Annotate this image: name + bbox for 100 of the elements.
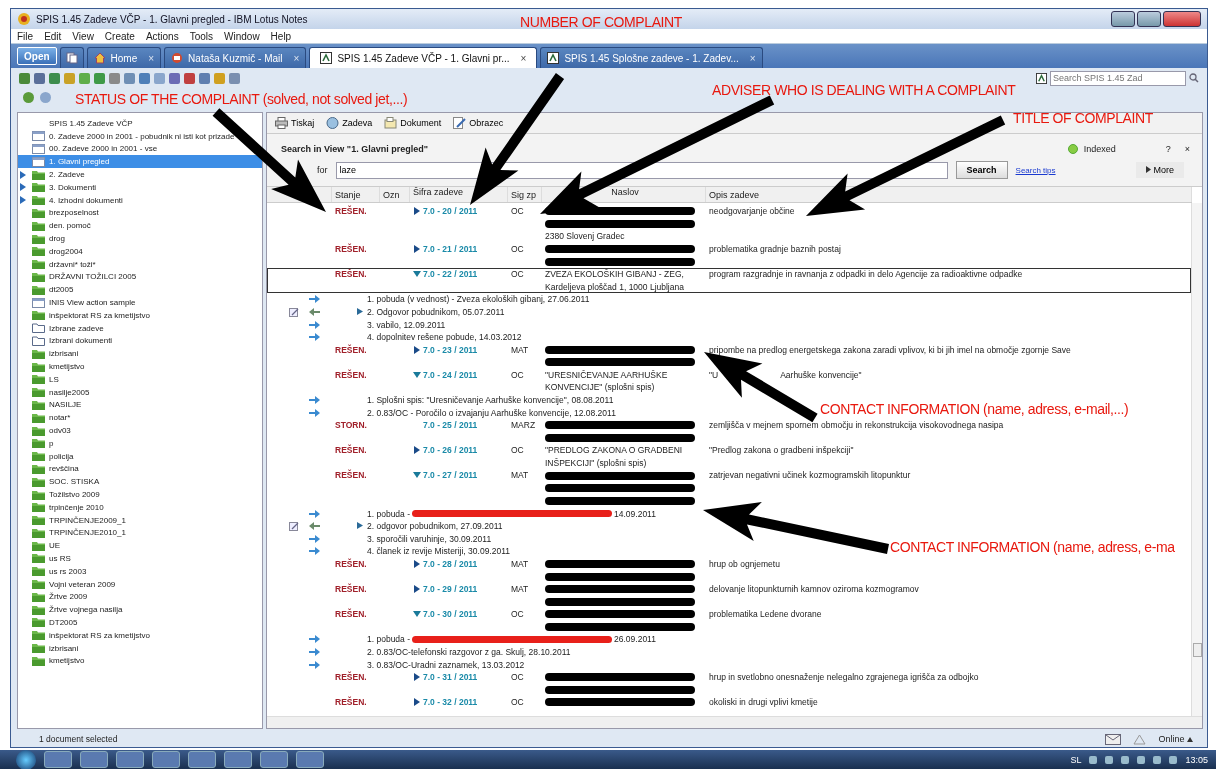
tab[interactable]: Nataša Kuzmič - Mail × <box>164 47 307 68</box>
sidebar-item[interactable]: inšpektorat RS za kmetijstvo <box>18 628 150 642</box>
sidebar-item[interactable]: državni* toži* <box>18 257 96 271</box>
collapse-icon[interactable] <box>413 610 421 618</box>
tab[interactable]: SPIS 1.45 Splošne zadeve - 1. Zadev... × <box>540 47 763 68</box>
mail-icon[interactable] <box>1105 733 1122 745</box>
sidebar-item[interactable]: DRŽAVNI TOŽILCI 2005 <box>18 270 137 284</box>
sidebar-item[interactable]: TRPINČENJE2010_1 <box>18 526 126 540</box>
sidebar-item[interactable]: us rs 2003 <box>18 564 87 578</box>
sidebar-item[interactable]: odv03 <box>18 424 71 437</box>
toolbar-icon[interactable] <box>94 72 105 84</box>
sidebar-item[interactable]: 4. Izhodni dokumenti <box>18 193 123 207</box>
toolbar-icon[interactable] <box>199 72 210 84</box>
expand-icon[interactable] <box>413 672 421 681</box>
sidebar-item[interactable]: p <box>18 436 54 450</box>
toolbar-icon[interactable] <box>19 72 30 84</box>
tab[interactable]: SPIS 1.45 Zadeve VČP - 1. Glavni pr... × <box>309 47 538 68</box>
scrollbar[interactable] <box>1191 203 1202 716</box>
collapse-icon[interactable] <box>413 370 421 379</box>
sidebar-item[interactable]: 2. Zadeve <box>18 168 85 181</box>
toolbar-icon[interactable] <box>169 72 180 84</box>
sidebar-item[interactable]: us RS <box>18 552 71 565</box>
search-icon[interactable] <box>1189 73 1199 83</box>
expand-icon[interactable] <box>413 698 421 707</box>
online-status[interactable]: Online <box>1158 734 1193 744</box>
sidebar-item[interactable]: inšpektorat RS za kmetijstvo <box>18 308 150 322</box>
menu-item[interactable]: File <box>17 30 34 42</box>
toolbar-icon[interactable] <box>34 72 45 84</box>
expand-icon[interactable] <box>413 207 421 215</box>
collapse-icon[interactable] <box>413 269 421 278</box>
column-header[interactable]: Sig zp <box>508 187 542 202</box>
toolbar-button[interactable]: Dokument <box>380 116 446 130</box>
toolbar-icon[interactable] <box>124 72 135 84</box>
menu-item[interactable]: Edit <box>44 30 62 42</box>
minimize-button[interactable] <box>1111 11 1135 27</box>
clock[interactable]: 13:05 <box>1185 754 1208 765</box>
menu-item[interactable]: View <box>72 30 94 42</box>
maximize-button[interactable] <box>1137 11 1161 27</box>
menu-item[interactable]: Window <box>224 30 260 42</box>
sidebar-item[interactable]: den. pomoč <box>18 219 91 233</box>
menu-item[interactable]: Create <box>104 30 135 42</box>
sidebar-item[interactable]: Izbrani dokumenti <box>18 334 113 348</box>
close-button[interactable]: × <box>1180 144 1194 154</box>
sidebar-item[interactable]: nasilje2005 <box>18 385 90 399</box>
toolbar-icon[interactable] <box>49 72 60 84</box>
sidebar-item[interactable]: SPIS 1.45 Zadeve VČP <box>18 117 133 130</box>
column-header[interactable]: Stanje <box>332 187 380 202</box>
sidebar-item[interactable]: NASILJE <box>18 398 82 412</box>
menu-item[interactable]: Help <box>270 30 292 42</box>
sidebar-item[interactable]: Tožilstvo 2009 <box>18 488 100 501</box>
toolbar-icon[interactable] <box>184 72 195 84</box>
menu-item[interactable]: Actions <box>145 30 179 42</box>
toolbar-icon[interactable] <box>109 72 120 84</box>
expand-icon[interactable] <box>413 559 421 568</box>
toolbar-icon[interactable] <box>23 91 34 103</box>
language-indicator[interactable]: SL <box>1070 754 1082 765</box>
toolbar-button[interactable]: Tiskaj <box>271 116 319 130</box>
expand-icon[interactable] <box>357 522 363 530</box>
expand-icon[interactable] <box>413 584 421 593</box>
expand-icon[interactable] <box>413 345 421 354</box>
sidebar-item[interactable]: INIS View action sample <box>18 296 136 309</box>
toolbar-button[interactable]: Obrazec <box>449 116 508 130</box>
sidebar-item[interactable]: 3. Dokumenti <box>18 181 97 194</box>
toolbar-icon[interactable] <box>139 72 150 84</box>
sidebar-item[interactable]: izbrisani <box>18 641 79 655</box>
sidebar-item[interactable]: policija <box>18 449 74 463</box>
sidebar-item[interactable]: drog2004 <box>18 244 83 258</box>
expand-icon[interactable] <box>357 308 363 316</box>
column-header[interactable]: Ozn <box>380 187 410 202</box>
scrollbar[interactable] <box>267 716 1202 728</box>
sidebar-item[interactable]: UE <box>18 539 61 553</box>
sidebar-item[interactable]: revščina <box>18 462 79 476</box>
close-tab-icon[interactable]: × <box>749 52 756 64</box>
start-button[interactable] <box>16 749 36 769</box>
sidebar-item[interactable]: kmetijstvo <box>18 360 85 373</box>
sidebar-item[interactable]: SOC. STISKA <box>18 475 100 489</box>
sidebar-item[interactable]: DT2005 <box>18 616 78 629</box>
sidebar-item[interactable]: TRPINČENJE2009_1 <box>18 513 126 527</box>
tab[interactable] <box>59 47 84 68</box>
sidebar-item[interactable]: dt2005 <box>18 283 74 297</box>
help-button[interactable]: ? <box>1161 144 1175 154</box>
close-tab-icon[interactable]: × <box>520 52 527 64</box>
search-field[interactable]: Search SPIS 1.45 Zad <box>1050 70 1186 86</box>
sidebar-item[interactable]: Žrtve vojnega nasilja <box>18 603 123 617</box>
menu-item[interactable]: Tools <box>189 30 214 42</box>
sidebar-item[interactable]: brezposelnost <box>18 206 99 220</box>
sidebar-item[interactable]: notar* <box>18 411 71 425</box>
toolbar-button[interactable]: Zadeva <box>322 116 377 130</box>
sidebar-item[interactable]: kmetijstvo <box>18 654 85 668</box>
tab[interactable]: Home × <box>86 47 162 68</box>
close-button[interactable] <box>1163 11 1201 27</box>
sidebar-item[interactable]: drog <box>18 232 65 245</box>
sidebar-item[interactable]: trpinčenje 2010 <box>18 500 104 514</box>
close-tab-icon[interactable]: × <box>148 52 155 64</box>
search-button[interactable]: Search <box>955 161 1008 179</box>
sidebar-item[interactable]: 00. Zadeve 2000 in 2001 - vse <box>18 142 158 156</box>
sidebar-item[interactable]: 0. Zadeve 2000 in 2001 - pobudnik ni isti kot prizade <box>18 129 235 143</box>
sidebar-item[interactable]: Žrtve 2009 <box>18 590 88 604</box>
sidebar-item[interactable]: LS <box>18 372 59 386</box>
search-tips-link[interactable]: Search tips <box>1015 165 1056 175</box>
